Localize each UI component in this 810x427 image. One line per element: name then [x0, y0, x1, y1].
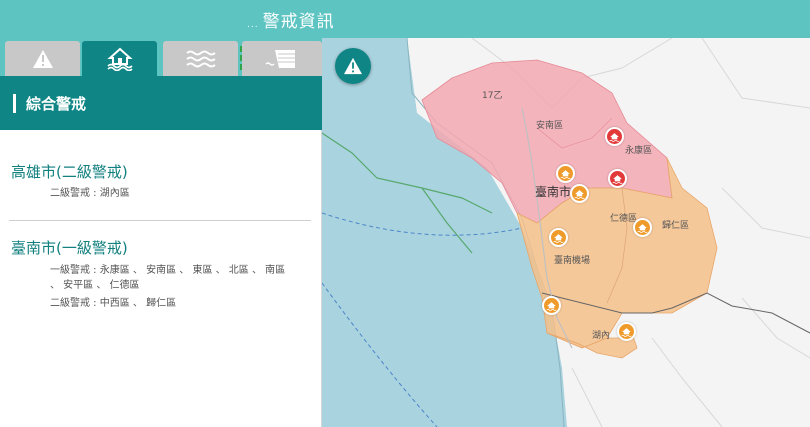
section-header: 綜合警戒 [0, 76, 322, 130]
warning-toggle-button[interactable] [335, 48, 371, 84]
land-road [651, 337, 723, 427]
land-road [721, 187, 810, 239]
alert-line: 二級警戒 : 中西區 、 歸仁區 [50, 298, 177, 309]
tab-reservoir[interactable] [242, 41, 322, 76]
warning-icon [344, 57, 362, 75]
map-label-tainan: 臺南市 [535, 185, 572, 199]
alert-city-kaohsiung[interactable]: 高雄市(二級警戒) [11, 161, 128, 182]
map-label-road: 17乙 [482, 91, 503, 101]
flooded-house-icon [621, 327, 632, 337]
alert-line: 、 安平區 、 仁德區 [50, 280, 140, 291]
flooded-house-icon [553, 233, 564, 243]
flooded-house-icon [637, 223, 648, 233]
land-road [571, 367, 603, 427]
tab-general-warning[interactable] [5, 41, 80, 76]
section-title: 綜合警戒 [26, 95, 87, 113]
alert-line: 二級警戒 : 湖內區 [50, 188, 130, 199]
divider [9, 220, 311, 221]
land-road [701, 38, 810, 109]
waves-icon [185, 50, 216, 67]
flooded-house-icon [612, 174, 623, 184]
tab-flood[interactable] [82, 41, 157, 76]
alert-line: 一級警戒 : 永康區 、 安南區 、 東區 、 北區 、 南區 [50, 265, 286, 276]
flooded-house-icon [106, 47, 133, 71]
map-label-hunei: 湖內 [592, 331, 611, 341]
flooded-house-icon [609, 132, 620, 142]
flood-marker-level2[interactable] [549, 228, 568, 247]
flood-marker-level1[interactable] [605, 127, 624, 146]
map-label-annan: 安南區 [536, 121, 564, 131]
city-name: 臺南市(一級警戒) [11, 239, 128, 257]
flood-marker-level2[interactable] [617, 322, 636, 341]
flood-marker-level2[interactable] [570, 184, 589, 203]
tab-tide[interactable] [163, 41, 238, 76]
alert-city-tainan[interactable]: 臺南市(一級警戒) [11, 237, 128, 258]
page-title: ... 警戒資訊 [247, 7, 335, 32]
flood-marker-level2[interactable] [556, 164, 575, 183]
flooded-house-icon [546, 301, 557, 311]
city-name: 高雄市(二級警戒) [11, 163, 128, 181]
title-prefix: ... [247, 20, 259, 30]
warning-icon [32, 49, 53, 68]
flooded-house-icon [574, 189, 585, 199]
tab-separator [240, 46, 242, 70]
map-label-yongkang: 永康區 [625, 146, 653, 156]
reservoir-icon [265, 49, 295, 68]
flood-marker-level2[interactable] [633, 218, 652, 237]
map-label-guiren: 歸仁區 [662, 221, 690, 231]
section-header-bar [13, 94, 16, 113]
app-header: ... 警戒資訊 [0, 0, 810, 38]
flood-marker-level1[interactable] [608, 169, 627, 188]
map-label-rende: 仁德區 [610, 214, 638, 224]
tab-bar [0, 38, 322, 76]
flooded-house-icon [560, 169, 571, 179]
map-label-airport: 臺南機場 [554, 256, 591, 266]
sidebar: 綜合警戒 高雄市(二級警戒) 二級警戒 : 湖內區 臺南市(一級警戒) 一級警戒… [0, 38, 322, 427]
title-text: 警戒資訊 [262, 12, 335, 32]
flood-marker-level2[interactable] [542, 296, 561, 315]
